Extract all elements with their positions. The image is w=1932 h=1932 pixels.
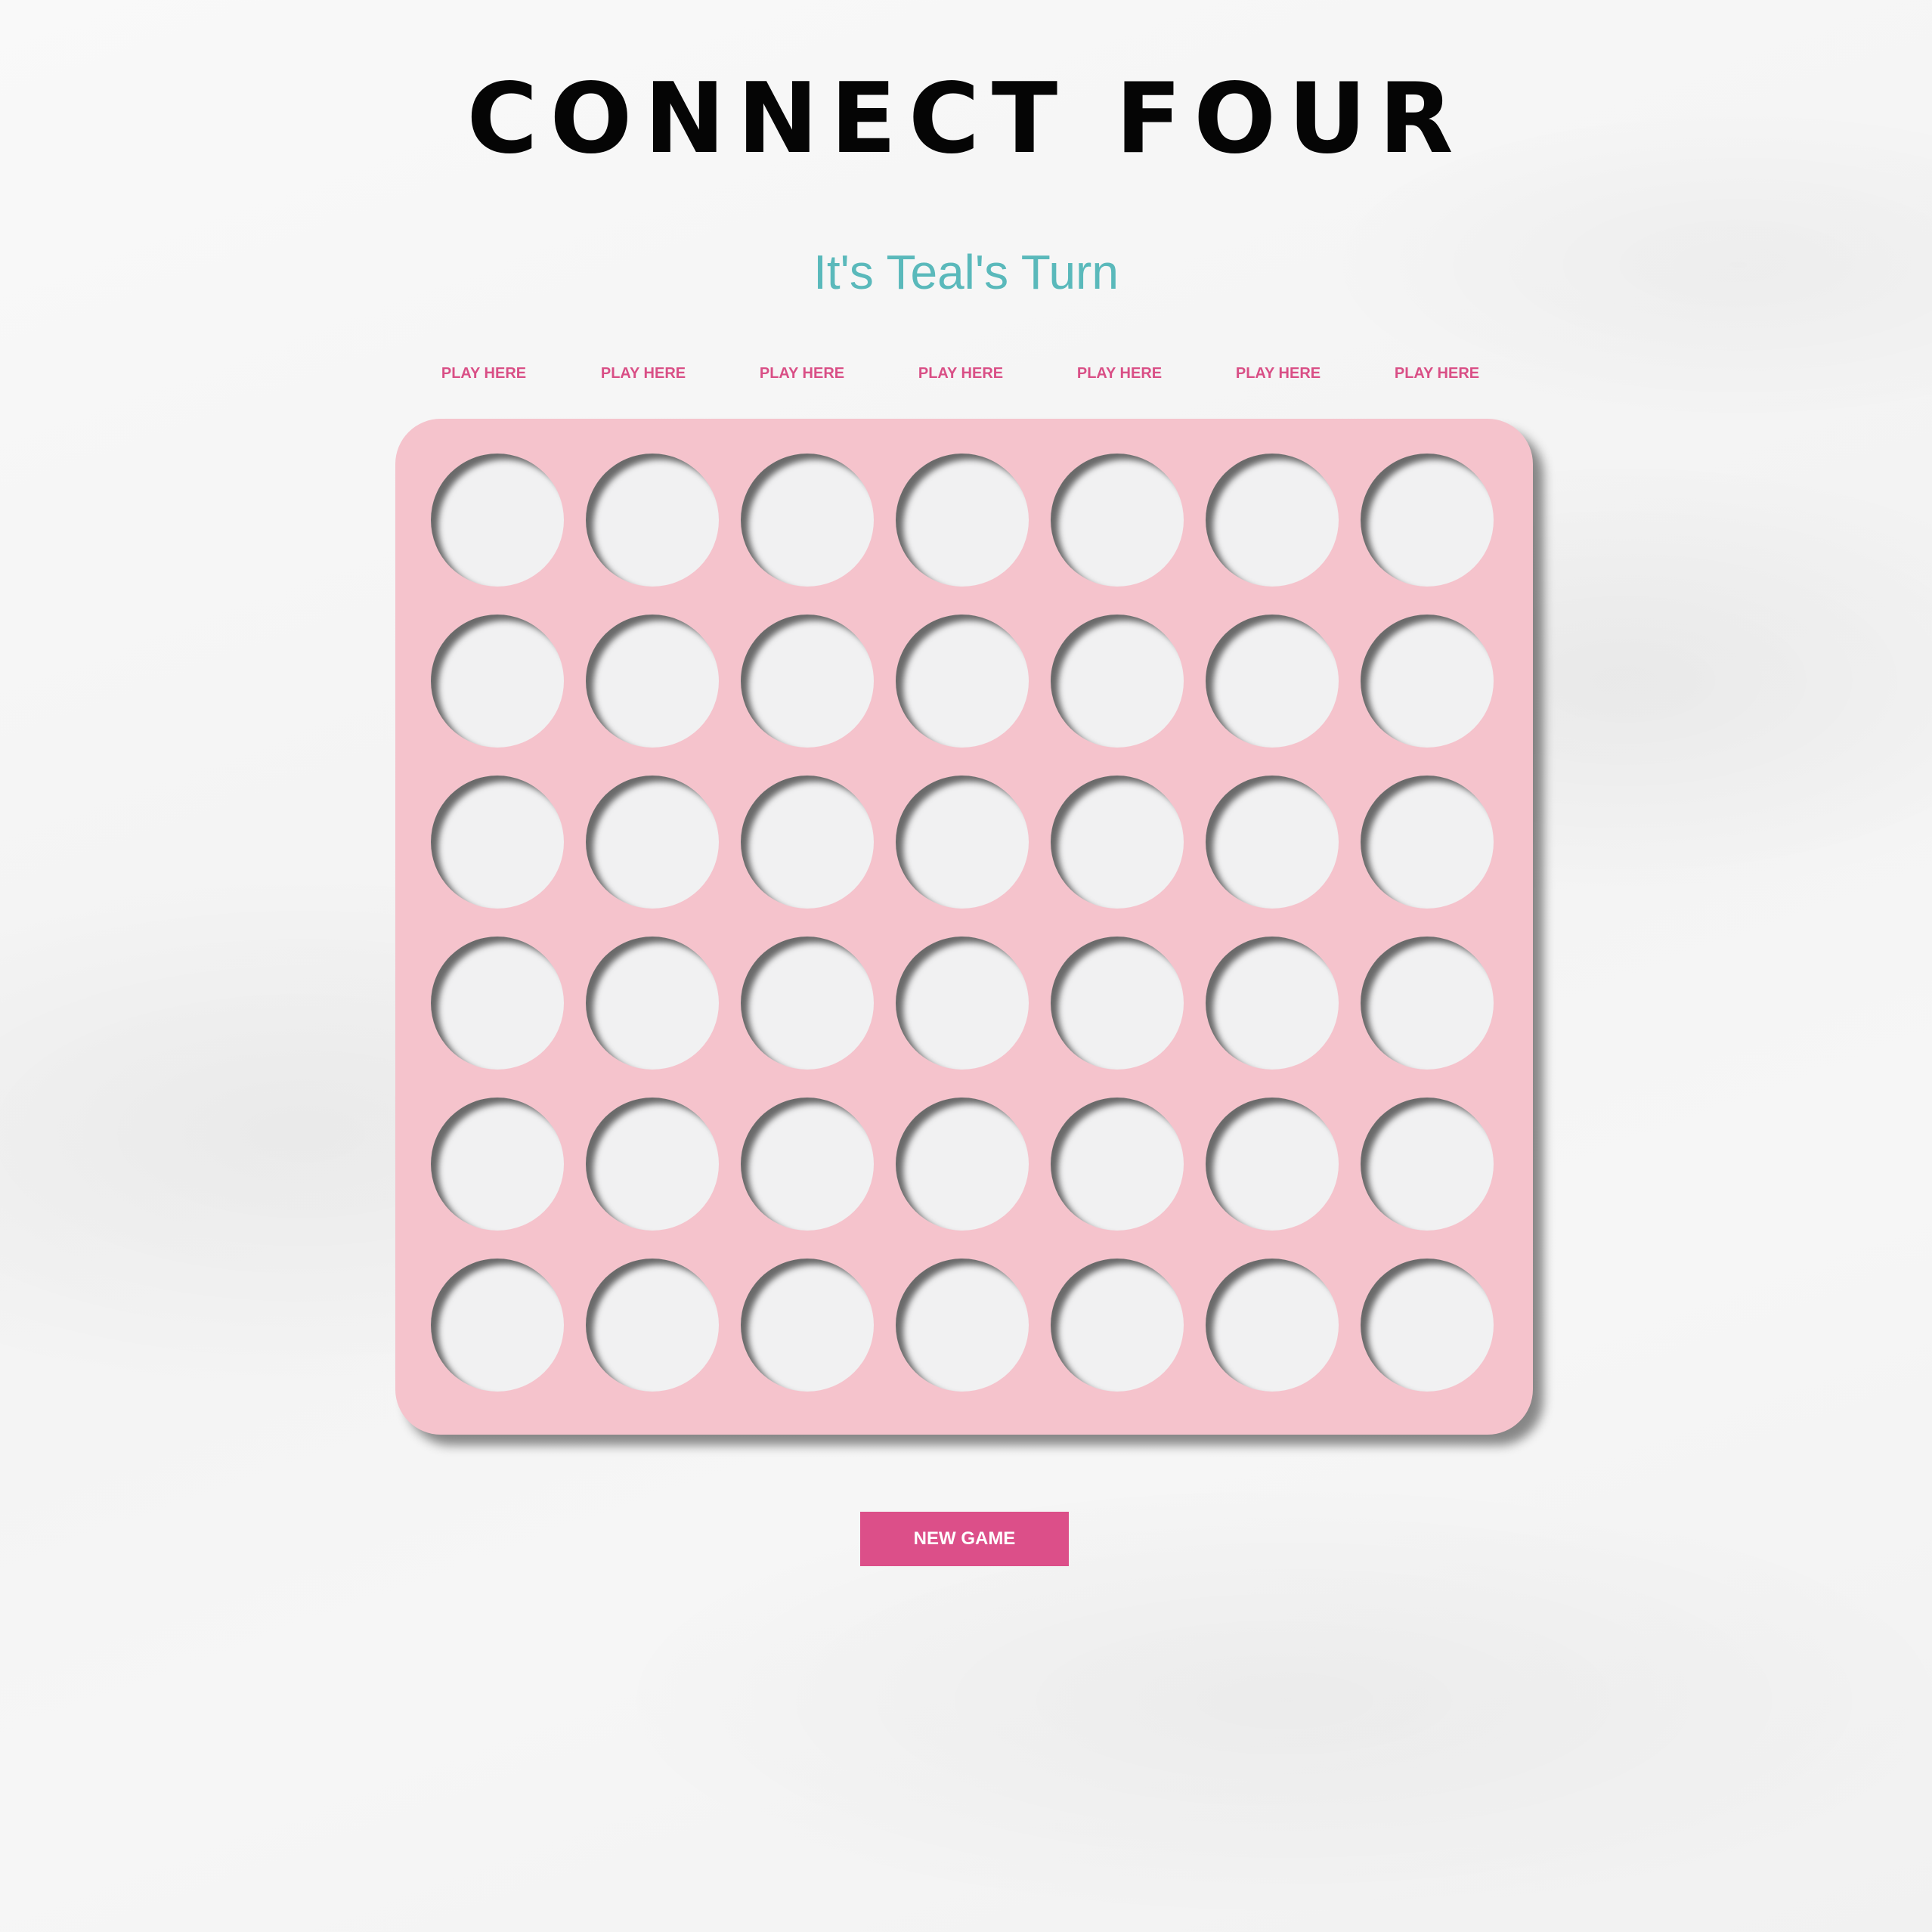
board-slot-r5-c6[interactable] xyxy=(1206,1098,1339,1231)
board-slot-r4-c3[interactable] xyxy=(741,937,874,1070)
board-slot-r4-c4[interactable] xyxy=(896,937,1029,1070)
board-slot-r2-c4[interactable] xyxy=(896,615,1029,748)
play-here-button-col-3[interactable]: PLAY HERE xyxy=(723,361,881,385)
board-slot-r4-c7[interactable] xyxy=(1361,937,1494,1070)
new-game-button[interactable]: NEW GAME xyxy=(860,1512,1069,1566)
play-here-button-col-5[interactable]: PLAY HERE xyxy=(1040,361,1199,385)
board-slot-r2-c1[interactable] xyxy=(431,615,564,748)
board-slot-r5-c5[interactable] xyxy=(1051,1098,1184,1231)
board-slot-r4-c2[interactable] xyxy=(586,937,719,1070)
board-slot-r5-c7[interactable] xyxy=(1361,1098,1494,1231)
board-slot-r5-c4[interactable] xyxy=(896,1098,1029,1231)
board-slot-r3-c4[interactable] xyxy=(896,776,1029,909)
board-slot-r3-c3[interactable] xyxy=(741,776,874,909)
board-slot-r2-c7[interactable] xyxy=(1361,615,1494,748)
play-here-button-col-7[interactable]: PLAY HERE xyxy=(1358,361,1516,385)
board-slot-r6-c6[interactable] xyxy=(1206,1259,1339,1392)
board-slot-r4-c6[interactable] xyxy=(1206,937,1339,1070)
play-here-button-col-6[interactable]: PLAY HERE xyxy=(1199,361,1358,385)
board-slot-r2-c3[interactable] xyxy=(741,615,874,748)
board-slot-r5-c3[interactable] xyxy=(741,1098,874,1231)
board-slot-r5-c1[interactable] xyxy=(431,1098,564,1231)
board-slot-r3-c1[interactable] xyxy=(431,776,564,909)
board-slot-r6-c3[interactable] xyxy=(741,1259,874,1392)
board-slot-r3-c2[interactable] xyxy=(586,776,719,909)
board-slot-r1-c7[interactable] xyxy=(1361,454,1494,587)
board-slot-r6-c7[interactable] xyxy=(1361,1259,1494,1392)
board-slot-r5-c2[interactable] xyxy=(586,1098,719,1231)
board-slot-r1-c1[interactable] xyxy=(431,454,564,587)
game-title: CONNECT FOUR xyxy=(466,63,1466,175)
play-here-button-col-1[interactable]: PLAY HERE xyxy=(404,361,563,385)
board-slot-r1-c6[interactable] xyxy=(1206,454,1339,587)
board-slot-r6-c4[interactable] xyxy=(896,1259,1029,1392)
turn-indicator: It's Teal's Turn xyxy=(813,245,1119,299)
play-here-button-col-4[interactable]: PLAY HERE xyxy=(881,361,1040,385)
board-slot-r4-c5[interactable] xyxy=(1051,937,1184,1070)
board-slot-r1-c4[interactable] xyxy=(896,454,1029,587)
board-slot-r6-c2[interactable] xyxy=(586,1259,719,1392)
board-slot-r6-c5[interactable] xyxy=(1051,1259,1184,1392)
board-slot-r1-c5[interactable] xyxy=(1051,454,1184,587)
board-slot-r2-c5[interactable] xyxy=(1051,615,1184,748)
board-slot-r6-c1[interactable] xyxy=(431,1259,564,1392)
board-slot-r4-c1[interactable] xyxy=(431,937,564,1070)
board-slot-r1-c3[interactable] xyxy=(741,454,874,587)
board-slot-r3-c7[interactable] xyxy=(1361,776,1494,909)
board-slot-r3-c6[interactable] xyxy=(1206,776,1339,909)
board-slot-r2-c2[interactable] xyxy=(586,615,719,748)
board-slot-r2-c6[interactable] xyxy=(1206,615,1339,748)
board-slot-r1-c2[interactable] xyxy=(586,454,719,587)
game-board xyxy=(395,419,1533,1435)
play-here-button-col-2[interactable]: PLAY HERE xyxy=(564,361,723,385)
board-slot-r3-c5[interactable] xyxy=(1051,776,1184,909)
